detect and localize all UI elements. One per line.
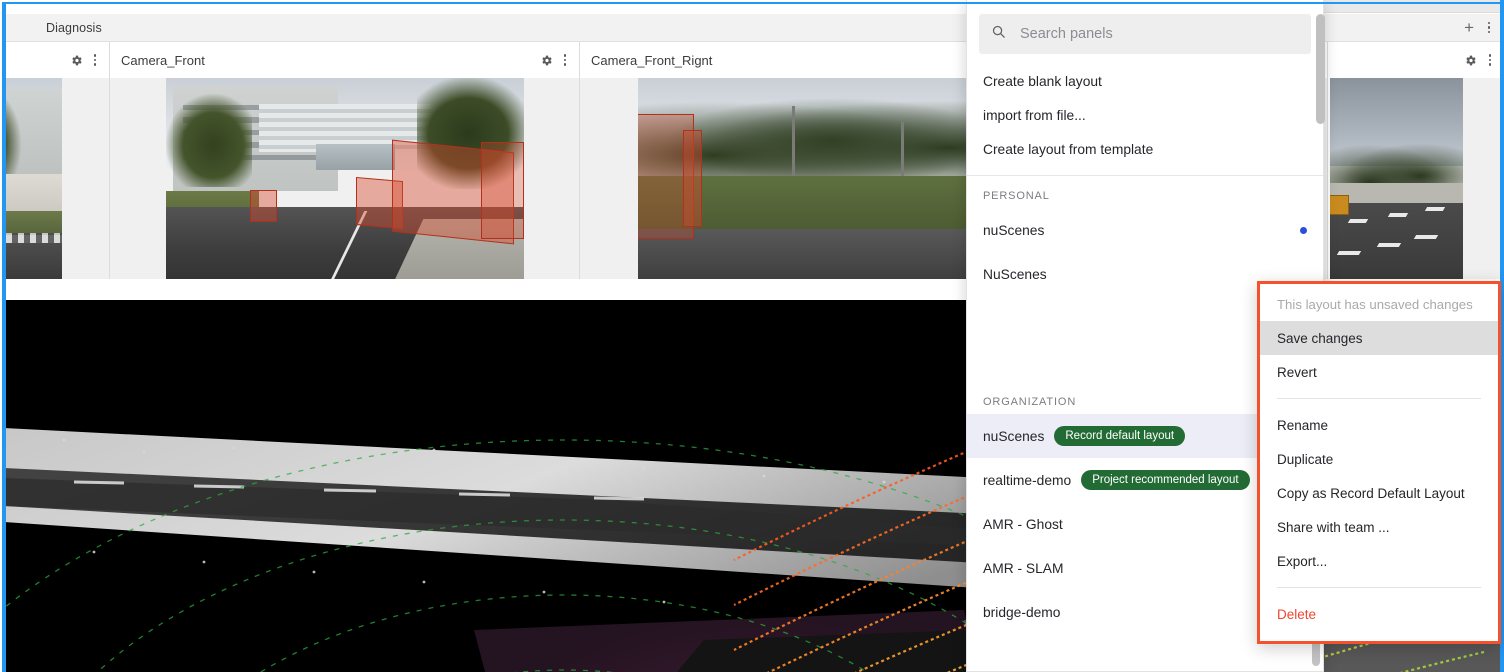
rename-label: Rename xyxy=(1277,417,1329,433)
duplicate-label: Duplicate xyxy=(1277,451,1334,467)
search-panels-box[interactable] xyxy=(979,14,1311,54)
gear-icon[interactable] xyxy=(540,54,553,67)
panel-header-camera-front-left xyxy=(4,42,110,78)
import-from-file-item[interactable]: import from file... xyxy=(967,98,1323,132)
camera-front-image xyxy=(166,78,524,279)
unsaved-changes-note: This layout has unsaved changes xyxy=(1277,297,1473,312)
divider xyxy=(1277,398,1481,399)
delete-item[interactable]: Delete xyxy=(1260,597,1498,631)
layout-name: nuScenes xyxy=(983,222,1045,238)
search-input[interactable] xyxy=(1018,25,1299,43)
layout-name: nuScenes xyxy=(983,428,1045,444)
tab-diagnosis[interactable]: Diagnosis xyxy=(4,21,102,35)
camera-front-view[interactable] xyxy=(110,78,580,279)
record-default-layout-badge: Record default layout xyxy=(1054,425,1186,447)
gear-icon[interactable] xyxy=(1464,54,1477,67)
share-with-team-label: Share with team ... xyxy=(1277,519,1390,535)
add-panel-icon[interactable]: + xyxy=(1464,19,1474,36)
bbox-vehicle-far xyxy=(250,189,277,222)
camera-far-right-image xyxy=(1330,78,1463,279)
right-panel-tabstrip: + xyxy=(1330,14,1504,42)
revert-label: Revert xyxy=(1277,364,1317,380)
layout-context-menu: This layout has unsaved changes Save cha… xyxy=(1257,281,1501,644)
more-vertical-icon[interactable] xyxy=(1484,20,1494,36)
panel-title-camera-front: Camera_Front xyxy=(121,52,205,68)
import-from-file-label: import from file... xyxy=(983,107,1086,123)
delete-label: Delete xyxy=(1277,606,1317,622)
layout-name: AMR - SLAM xyxy=(983,560,1064,576)
copy-as-record-default-layout-item[interactable]: Copy as Record Default Layout xyxy=(1260,476,1498,510)
revert-item[interactable]: Revert xyxy=(1260,355,1498,389)
more-vertical-icon[interactable] xyxy=(90,52,100,68)
panel-header-camera-front: Camera_Front xyxy=(110,42,580,78)
export-label: Export... xyxy=(1277,553,1328,569)
more-vertical-icon[interactable] xyxy=(1485,52,1495,68)
rename-item[interactable]: Rename xyxy=(1260,408,1498,442)
camera-front-left-image xyxy=(4,78,62,279)
create-layout-from-template-label: Create layout from template xyxy=(983,141,1154,157)
workspace-scrollbar[interactable] xyxy=(1316,14,1325,124)
search-icon xyxy=(991,24,1006,44)
divider xyxy=(1277,587,1481,588)
bbox-near-object-side xyxy=(683,130,702,227)
export-item[interactable]: Export... xyxy=(1260,544,1498,578)
more-vertical-icon[interactable] xyxy=(560,52,570,68)
unsaved-changes-dot xyxy=(1300,226,1307,234)
share-with-team-item[interactable]: Share with team ... xyxy=(1260,510,1498,544)
layout-name: AMR - Ghost xyxy=(983,516,1063,532)
layout-name: NuScenes xyxy=(983,266,1047,282)
save-changes-label: Save changes xyxy=(1277,330,1363,346)
gear-icon[interactable] xyxy=(70,54,83,67)
section-personal: PERSONAL xyxy=(983,190,1050,202)
layout-name: realtime-demo xyxy=(983,472,1072,488)
bbox-truck-front-face xyxy=(481,142,524,239)
create-layout-from-template-item[interactable]: Create layout from template xyxy=(967,132,1323,166)
search-panels-wrapper xyxy=(967,0,1323,64)
project-recommended-layout-badge: Project recommended layout xyxy=(1081,469,1250,491)
panel-title-camera-front-right: Camera_Front_Rignt xyxy=(591,52,713,68)
save-changes-item[interactable]: Save changes xyxy=(1260,321,1498,355)
camera-far-right-view[interactable] xyxy=(1330,78,1504,279)
duplicate-item[interactable]: Duplicate xyxy=(1260,442,1498,476)
layout-row-personal-nuscenes[interactable]: nuScenes xyxy=(967,208,1323,252)
copy-as-record-default-layout-label: Copy as Record Default Layout xyxy=(1277,485,1465,501)
camera-front-left-view[interactable] xyxy=(4,78,110,279)
layout-name: bridge-demo xyxy=(983,604,1061,620)
right-panel-header xyxy=(1330,42,1504,78)
create-blank-layout-item[interactable]: Create blank layout xyxy=(967,64,1323,98)
create-blank-layout-label: Create blank layout xyxy=(983,73,1102,89)
camera-front-right-image xyxy=(638,78,1014,279)
